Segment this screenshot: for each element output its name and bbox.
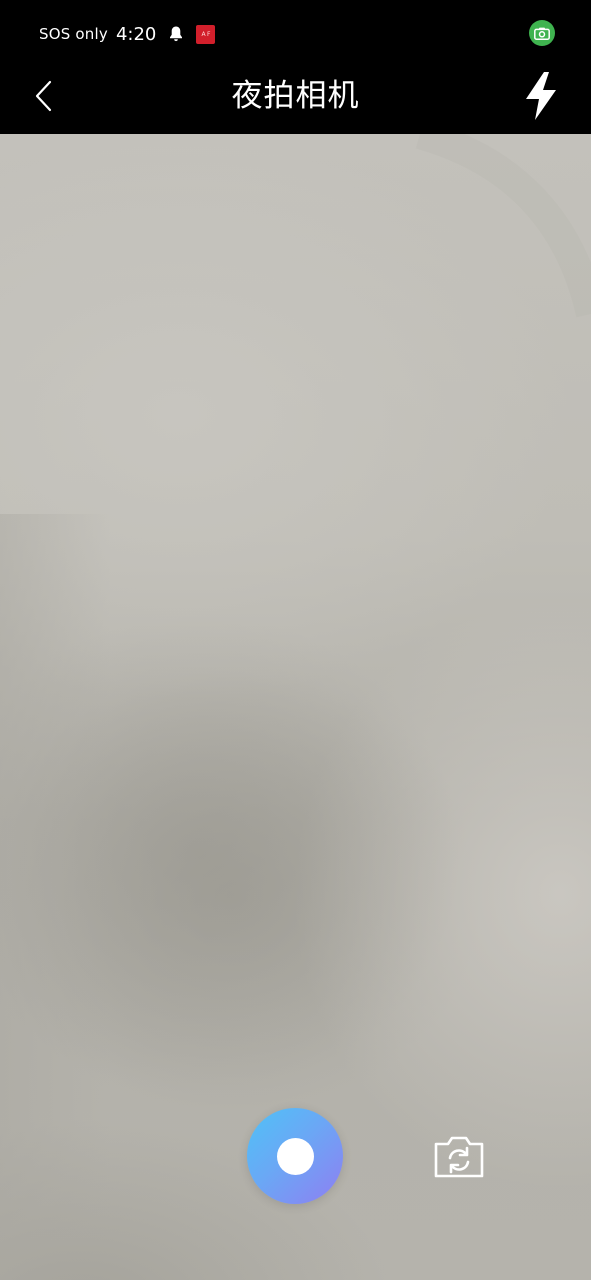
page-title: 夜拍相机 xyxy=(231,78,360,114)
bell-icon xyxy=(170,26,183,42)
shutter-icon xyxy=(276,1137,314,1175)
status-left-group: SOS only 4:20 A F xyxy=(39,20,216,48)
title-bar: 夜拍相机 xyxy=(0,66,591,134)
shutter-button[interactable] xyxy=(247,1108,343,1204)
camera-switch-icon xyxy=(434,1136,484,1178)
camera-viewfinder[interactable] xyxy=(0,134,591,1280)
camera-indicator-icon xyxy=(529,20,555,46)
carrier-status: SOS only xyxy=(39,25,108,43)
flash-button[interactable] xyxy=(519,68,563,124)
status-bar: SOS only 4:20 A F xyxy=(0,0,591,66)
camera-glyph-icon xyxy=(534,27,550,40)
app-badge-icon: A F xyxy=(196,24,216,44)
camera-screen: SOS only 4:20 A F 夜拍相机 xyxy=(0,0,591,1280)
lightning-icon xyxy=(526,72,556,120)
app-badge-text: A F xyxy=(201,30,211,38)
status-time: 4:20 xyxy=(115,23,157,45)
switch-camera-button[interactable] xyxy=(430,1132,488,1182)
